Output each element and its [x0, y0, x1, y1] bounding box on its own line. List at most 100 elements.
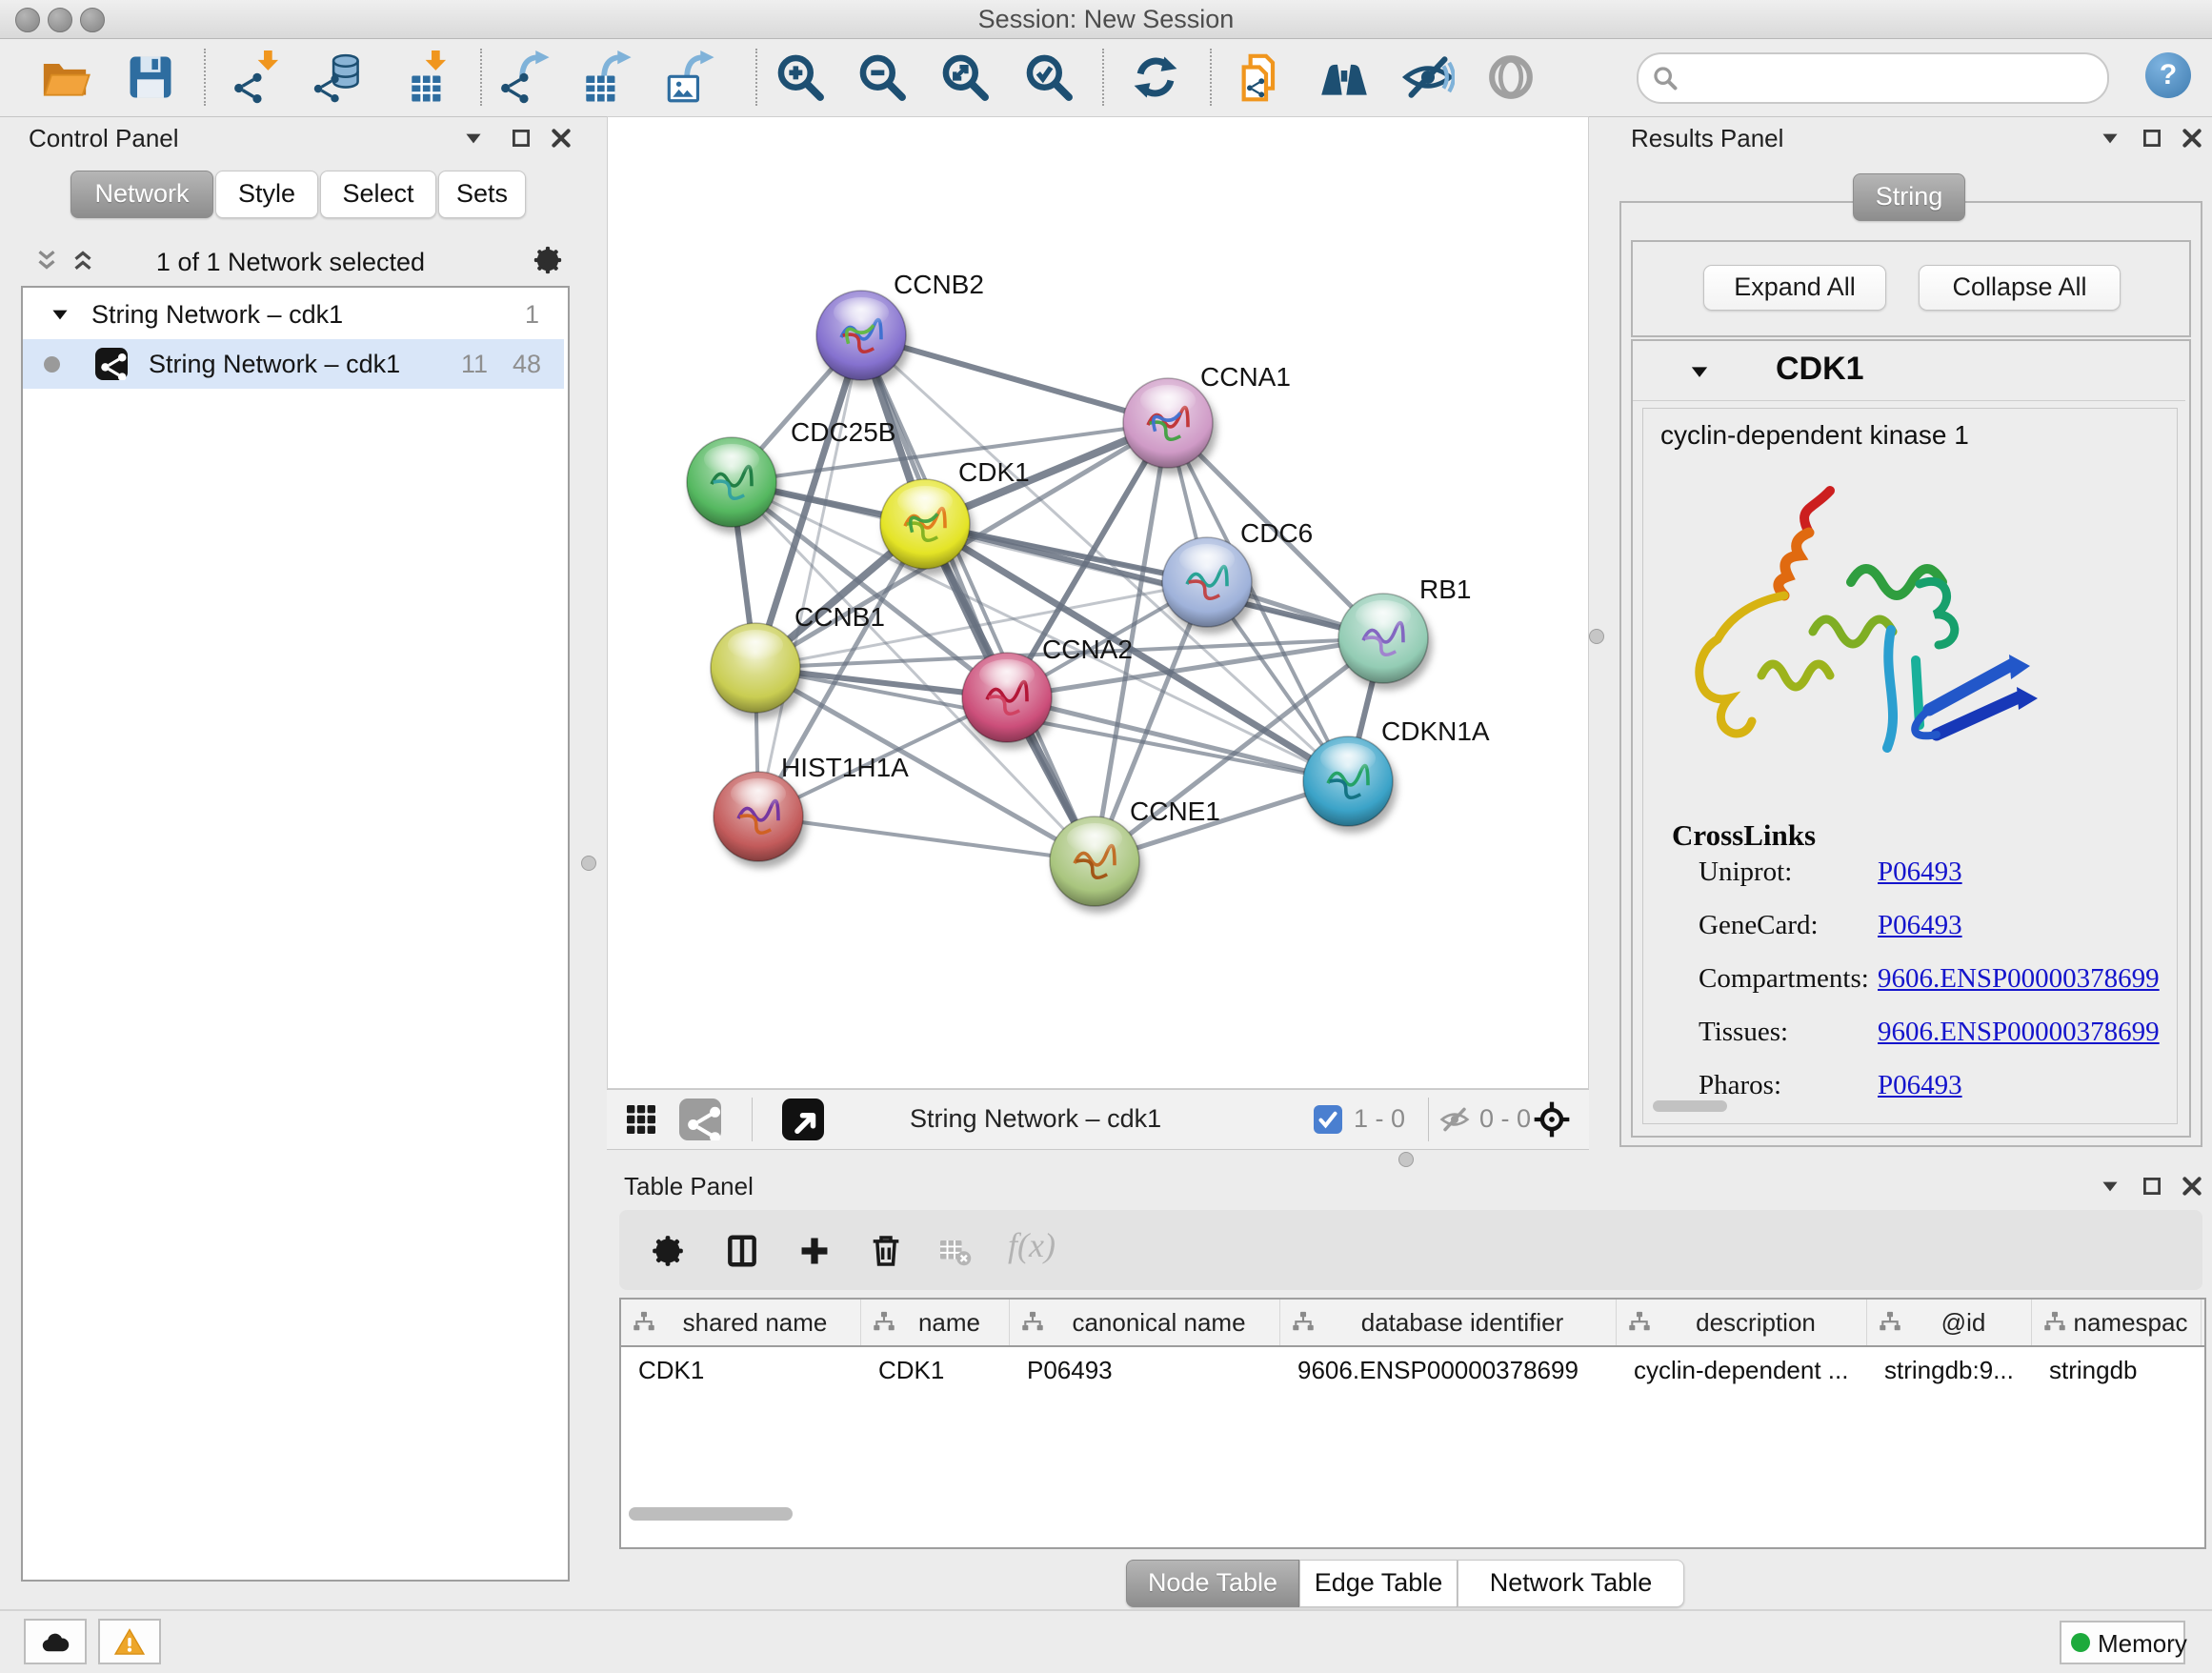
network-row[interactable]: String Network – cdk1 11 48 — [23, 339, 564, 389]
table-cell[interactable]: stringdb — [2032, 1347, 2202, 1393]
function-builder-icon[interactable]: f(x) — [1008, 1225, 1056, 1265]
collection-expand-icon[interactable] — [48, 302, 72, 327]
import-table-icon[interactable] — [399, 50, 452, 104]
warning-status-icon[interactable] — [98, 1619, 161, 1664]
crosslink-link[interactable]: 9606.ENSP00000378699 — [1878, 1017, 2160, 1048]
crosslink-link[interactable]: P06493 — [1878, 1070, 1962, 1101]
export-image-icon[interactable] — [663, 50, 716, 104]
control-panel-float-icon[interactable] — [509, 126, 533, 151]
eye-icon[interactable] — [1484, 50, 1538, 104]
memory-button[interactable]: Memory — [2060, 1621, 2185, 1664]
grid-view-icon[interactable] — [624, 1102, 658, 1137]
delete-table-icon[interactable] — [937, 1235, 972, 1269]
add-column-icon[interactable] — [796, 1233, 833, 1269]
node-CCNB1[interactable] — [711, 623, 800, 713]
export-table-icon[interactable] — [580, 50, 633, 104]
selected-checkbox-icon[interactable] — [1314, 1105, 1342, 1134]
hide-show-icon[interactable] — [1401, 50, 1455, 104]
cloud-status-icon[interactable] — [24, 1619, 87, 1664]
node-CDK1[interactable] — [880, 479, 970, 569]
table-cell[interactable]: 9606.ENSP00000378699 — [1280, 1347, 1617, 1393]
table-panel-close-icon[interactable] — [2180, 1174, 2204, 1199]
tab-style[interactable]: Style — [215, 171, 318, 218]
edge-CCNB2-HIST1H1A[interactable] — [758, 335, 861, 816]
tab-sets[interactable]: Sets — [438, 171, 526, 218]
edge-HIST1H1A-CCNE1[interactable] — [758, 816, 1095, 861]
horizontal-scrollbar-thumb[interactable] — [1653, 1100, 1727, 1112]
collapse-all-button[interactable]: Collapse All — [1919, 265, 2121, 311]
table-row[interactable]: CDK1CDK1P064939606.ENSP00000378699cyclin… — [621, 1347, 2204, 1393]
open-session-icon[interactable] — [38, 50, 91, 104]
column-header--id[interactable]: @id — [1867, 1300, 2032, 1345]
import-network-icon[interactable] — [231, 50, 285, 104]
crosslink-link[interactable]: P06493 — [1878, 857, 1962, 888]
results-panel-float-icon[interactable] — [2140, 126, 2164, 151]
results-panel-close-icon[interactable] — [2180, 126, 2204, 151]
column-header-namespac[interactable]: namespac — [2032, 1300, 2202, 1345]
edge-CCNB2-CCNE1[interactable] — [861, 335, 1095, 861]
column-header-description[interactable]: description — [1617, 1300, 1867, 1345]
table-panel-collapse-icon[interactable] — [2098, 1174, 2122, 1199]
tab-select[interactable]: Select — [320, 171, 436, 218]
detach-view-icon[interactable] — [782, 1099, 824, 1140]
clone-network-icon[interactable] — [1233, 50, 1286, 104]
node-CCNA1[interactable] — [1123, 378, 1213, 468]
table-settings-gear-icon[interactable] — [650, 1233, 686, 1269]
crosslink-link[interactable]: P06493 — [1878, 910, 1962, 941]
tab-string[interactable]: String — [1853, 173, 1965, 221]
node-label-HIST1H1A: HIST1H1A — [781, 753, 909, 782]
node-CDC6[interactable] — [1162, 537, 1252, 627]
tab-edge-table[interactable]: Edge Table — [1299, 1560, 1458, 1607]
crosslink-row: GeneCard:P06493 — [1643, 910, 2173, 963]
save-session-icon[interactable] — [124, 50, 177, 104]
left-splitter-handle[interactable] — [581, 856, 596, 871]
zoom-out-icon[interactable] — [855, 50, 909, 104]
node-CCNA2[interactable] — [962, 653, 1052, 742]
tab-node-table[interactable]: Node Table — [1126, 1560, 1299, 1607]
table-cell[interactable]: P06493 — [1010, 1347, 1280, 1393]
birds-eye-icon[interactable] — [1533, 1100, 1571, 1139]
column-header-shared-name[interactable]: shared name — [621, 1300, 861, 1345]
network-options-gear-icon[interactable] — [532, 244, 564, 276]
node-RB1[interactable] — [1338, 594, 1428, 683]
help-icon[interactable]: ? — [2145, 52, 2191, 98]
zoom-fit-icon[interactable] — [938, 50, 992, 104]
search-input[interactable] — [1688, 60, 2092, 94]
column-header-database-identifier[interactable]: database identifier — [1280, 1300, 1617, 1345]
node-HIST1H1A[interactable] — [714, 772, 803, 861]
node-CDKN1A[interactable] — [1303, 736, 1393, 826]
show-columns-icon[interactable] — [724, 1233, 760, 1269]
refresh-layout-icon[interactable] — [1129, 50, 1182, 104]
hidden-eye-slash-icon[interactable] — [1439, 1104, 1470, 1135]
tab-network-table[interactable]: Network Table — [1458, 1560, 1684, 1607]
first-neighbors-icon[interactable] — [1317, 50, 1371, 104]
table-panel-float-icon[interactable] — [2140, 1174, 2164, 1199]
protein-collapse-icon[interactable] — [1686, 358, 1713, 385]
network-canvas[interactable]: CCNB2CCNA1CDC25BCDK1CDC6RB1CCNB1CCNA2CDK… — [607, 116, 1589, 1089]
network-collection-row[interactable]: String Network – cdk1 1 — [23, 290, 564, 339]
network-type-icon[interactable] — [679, 1099, 721, 1140]
control-panel-collapse-icon[interactable] — [461, 126, 486, 151]
table-cell[interactable]: cyclin-dependent ... — [1617, 1347, 1867, 1393]
right-splitter-handle[interactable] — [1589, 629, 1604, 644]
node-CDC25B[interactable] — [687, 437, 776, 527]
control-panel-close-icon[interactable] — [549, 126, 573, 151]
import-database-icon[interactable] — [312, 50, 365, 104]
network-column-icon — [1877, 1309, 1903, 1336]
results-panel-collapse-icon[interactable] — [2098, 126, 2122, 151]
delete-column-icon[interactable] — [867, 1231, 905, 1269]
table-cell[interactable]: CDK1 — [621, 1347, 861, 1393]
zoom-selected-icon[interactable] — [1022, 50, 1076, 104]
table-cell[interactable]: CDK1 — [861, 1347, 1010, 1393]
node-CCNE1[interactable] — [1050, 816, 1139, 906]
export-network-icon[interactable] — [498, 50, 552, 104]
tab-network[interactable]: Network — [70, 171, 213, 218]
zoom-in-icon[interactable] — [774, 50, 827, 104]
expand-all-button[interactable]: Expand All — [1703, 265, 1886, 311]
column-header-canonical-name[interactable]: canonical name — [1010, 1300, 1280, 1345]
table-cell[interactable]: stringdb:9... — [1867, 1347, 2032, 1393]
column-header-name[interactable]: name — [861, 1300, 1010, 1345]
table-horizontal-scrollbar[interactable] — [629, 1507, 793, 1521]
node-CCNB2[interactable] — [816, 291, 906, 380]
crosslink-link[interactable]: 9606.ENSP00000378699 — [1878, 963, 2160, 995]
